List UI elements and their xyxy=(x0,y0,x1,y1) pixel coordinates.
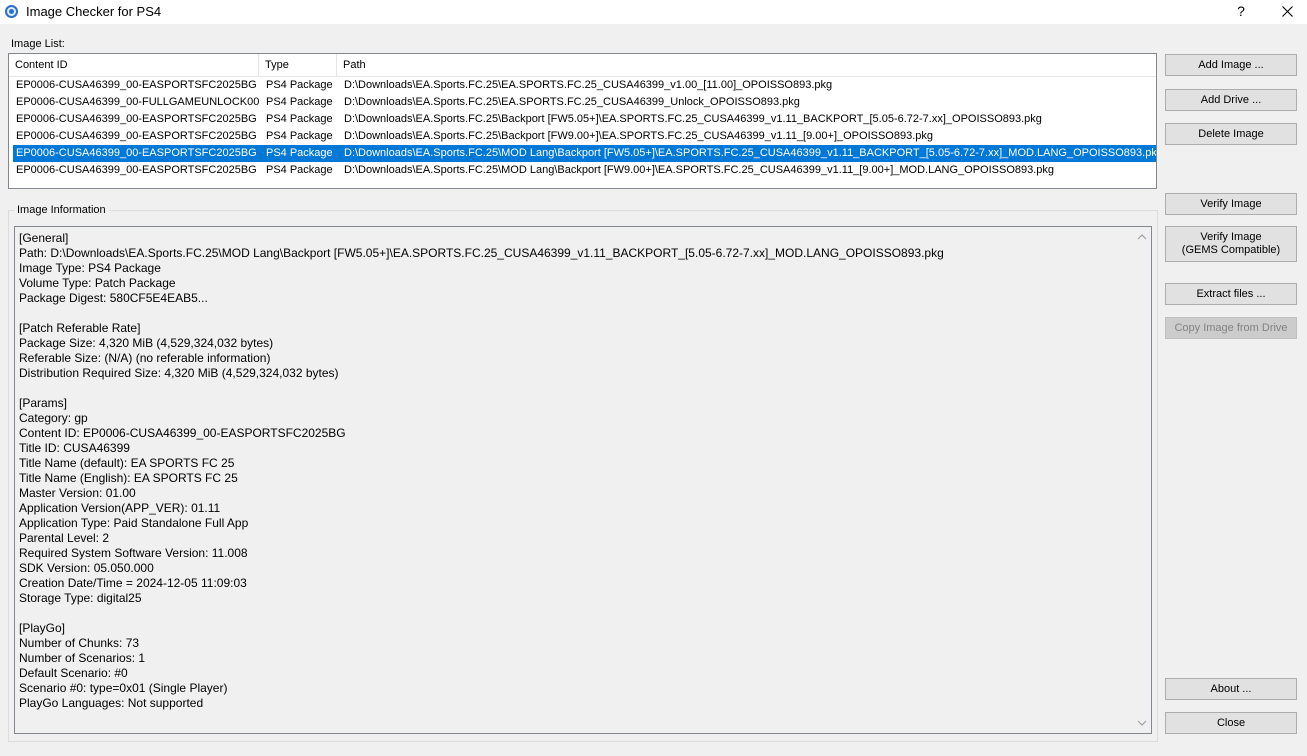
cell-path: D:\Downloads\EA.Sports.FC.25\Backport [F… xyxy=(344,130,933,142)
cell-type: PS4 Package xyxy=(266,130,333,142)
copy-image-from-drive-button[interactable]: Copy Image from Drive xyxy=(1165,317,1297,339)
cell-path: D:\Downloads\EA.Sports.FC.25\EA.SPORTS.F… xyxy=(344,96,800,108)
info-line: Title ID: CUSA46399 xyxy=(19,441,130,455)
info-line: [Params] xyxy=(19,396,68,410)
image-list-row[interactable]: EP0006-CUSA46399_00-EASPORTSFC2025BG PS4 … xyxy=(13,145,1156,162)
scroll-down-arrow-icon[interactable] xyxy=(1137,718,1147,728)
image-list-header: Content ID Type Path xyxy=(9,54,1156,77)
image-list-row[interactable]: EP0006-CUSA46399_00-EASPORTSFC2025BG PS4 … xyxy=(9,77,1156,94)
close-button[interactable]: Close xyxy=(1165,712,1297,734)
info-line: Volume Type: Patch Package xyxy=(19,276,176,290)
info-line: [Patch Referable Rate] xyxy=(19,321,141,335)
app-disc-icon xyxy=(5,5,18,18)
info-line: Number of Chunks: 73 xyxy=(19,636,140,650)
cell-type: PS4 Package xyxy=(266,147,333,159)
info-line: Parental Level: 2 xyxy=(19,531,110,545)
info-line xyxy=(19,606,1129,621)
cell-path: D:\Downloads\EA.Sports.FC.25\EA.SPORTS.F… xyxy=(344,79,833,91)
column-header-content-id[interactable]: Content ID xyxy=(9,54,259,76)
cell-path: D:\Downloads\EA.Sports.FC.25\Backport [F… xyxy=(344,113,1042,125)
info-line: Required System Software Version: 11.008 xyxy=(19,546,248,560)
delete-image-button[interactable]: Delete Image xyxy=(1165,123,1297,145)
info-line: Category: gp xyxy=(19,411,88,425)
verify-image-button[interactable]: Verify Image xyxy=(1165,193,1297,215)
image-information-title: Image Information xyxy=(14,204,109,216)
info-line: Image Type: PS4 Package xyxy=(19,261,161,275)
verify-gems-label-line1: Verify Image xyxy=(1200,231,1262,243)
image-list-row[interactable]: EP0006-CUSA46399_00-FULLGAMEUNLOCK00 PS4 … xyxy=(9,94,1156,111)
info-line: Title Name (default): EA SPORTS FC 25 xyxy=(19,456,235,470)
cell-type: PS4 Package xyxy=(266,113,333,125)
cell-path: D:\Downloads\EA.Sports.FC.25\MOD Lang\Ba… xyxy=(344,164,1055,176)
info-line: SDK Version: 05.050.000 xyxy=(19,561,154,575)
image-list-rows: EP0006-CUSA46399_00-EASPORTSFC2025BG PS4 … xyxy=(9,77,1156,179)
info-line: Application Version(APP_VER): 01.11 xyxy=(19,501,221,515)
cell-content-id: EP0006-CUSA46399_00-EASPORTSFC2025BG xyxy=(16,164,257,176)
cell-type: PS4 Package xyxy=(266,96,333,108)
image-information-text: [General] Path: D:\Downloads\EA.Sports.FC… xyxy=(19,231,1129,711)
info-line: Distribution Required Size: 4,320 MiB (4… xyxy=(19,366,339,380)
image-list-row[interactable]: EP0006-CUSA46399_00-EASPORTSFC2025BG PS4 … xyxy=(9,162,1156,179)
scroll-up-arrow-icon[interactable] xyxy=(1137,232,1147,242)
cell-content-id: EP0006-CUSA46399_00-EASPORTSFC2025BG xyxy=(16,130,257,142)
info-line: Path: D:\Downloads\EA.Sports.FC.25\MOD L… xyxy=(19,246,944,260)
image-information-textbox[interactable]: [General] Path: D:\Downloads\EA.Sports.FC… xyxy=(14,226,1152,734)
image-list-row[interactable]: EP0006-CUSA46399_00-EASPORTSFC2025BG PS4 … xyxy=(9,111,1156,128)
info-line: [PlayGo] xyxy=(19,621,66,635)
verify-gems-label-line2: (GEMS Compatible) xyxy=(1181,244,1281,256)
info-line: Creation Date/Time = 2024-12-05 11:09:03 xyxy=(19,576,247,590)
title-bar: Image Checker for PS4 ? xyxy=(0,0,1307,24)
info-line xyxy=(19,381,1129,396)
info-line: Referable Size: (N/A) (no referable info… xyxy=(19,351,271,365)
close-icon xyxy=(1281,6,1293,17)
column-header-type[interactable]: Type xyxy=(259,54,337,76)
cell-type: PS4 Package xyxy=(266,79,333,91)
about-button[interactable]: About ... xyxy=(1165,678,1297,700)
add-drive-button[interactable]: Add Drive ... xyxy=(1165,89,1297,111)
image-list-row[interactable]: EP0006-CUSA46399_00-EASPORTSFC2025BG PS4 … xyxy=(9,128,1156,145)
info-line: PlayGo Languages: Not supported xyxy=(19,696,204,710)
column-header-path[interactable]: Path xyxy=(337,54,1156,76)
info-line: Title Name (English): EA SPORTS FC 25 xyxy=(19,471,238,485)
info-line xyxy=(19,306,1129,321)
window-title: Image Checker for PS4 xyxy=(26,4,162,19)
info-line: Package Digest: 580CF5E4EAB5... xyxy=(19,291,208,305)
info-line: Application Type: Paid Standalone Full A… xyxy=(19,516,249,530)
verify-image-gems-button[interactable]: Verify Image (GEMS Compatible) xyxy=(1165,226,1297,262)
cell-type: PS4 Package xyxy=(266,164,333,176)
cell-content-id: EP0006-CUSA46399_00-EASPORTSFC2025BG xyxy=(16,113,257,125)
info-line: Package Size: 4,320 MiB (4,529,324,032 b… xyxy=(19,336,274,350)
cell-path: D:\Downloads\EA.Sports.FC.25\MOD Lang\Ba… xyxy=(344,147,1157,159)
cell-content-id: EP0006-CUSA46399_00-EASPORTSFC2025BG xyxy=(16,79,257,91)
info-line: Default Scenario: #0 xyxy=(19,666,128,680)
extract-files-button[interactable]: Extract files ... xyxy=(1165,283,1297,305)
image-list-label: Image List: xyxy=(11,38,65,50)
info-line: Number of Scenarios: 1 xyxy=(19,651,146,665)
info-line: Storage Type: digital25 xyxy=(19,591,142,605)
info-line: Content ID: EP0006-CUSA46399_00-EASPORTS… xyxy=(19,426,346,440)
info-line: Scenario #0: type=0x01 (Single Player) xyxy=(19,681,228,695)
help-button[interactable]: ? xyxy=(1218,0,1264,24)
cell-content-id: EP0006-CUSA46399_00-EASPORTSFC2025BG xyxy=(16,147,257,159)
info-line: Master Version: 01.00 xyxy=(19,486,136,500)
info-line: [General] xyxy=(19,231,69,245)
close-window-button[interactable] xyxy=(1264,0,1307,24)
cell-content-id: EP0006-CUSA46399_00-FULLGAMEUNLOCK00 xyxy=(16,96,259,108)
image-list[interactable]: Content ID Type Path EP0006-CUSA46399_00… xyxy=(8,53,1157,189)
add-image-button[interactable]: Add Image ... xyxy=(1165,54,1297,76)
